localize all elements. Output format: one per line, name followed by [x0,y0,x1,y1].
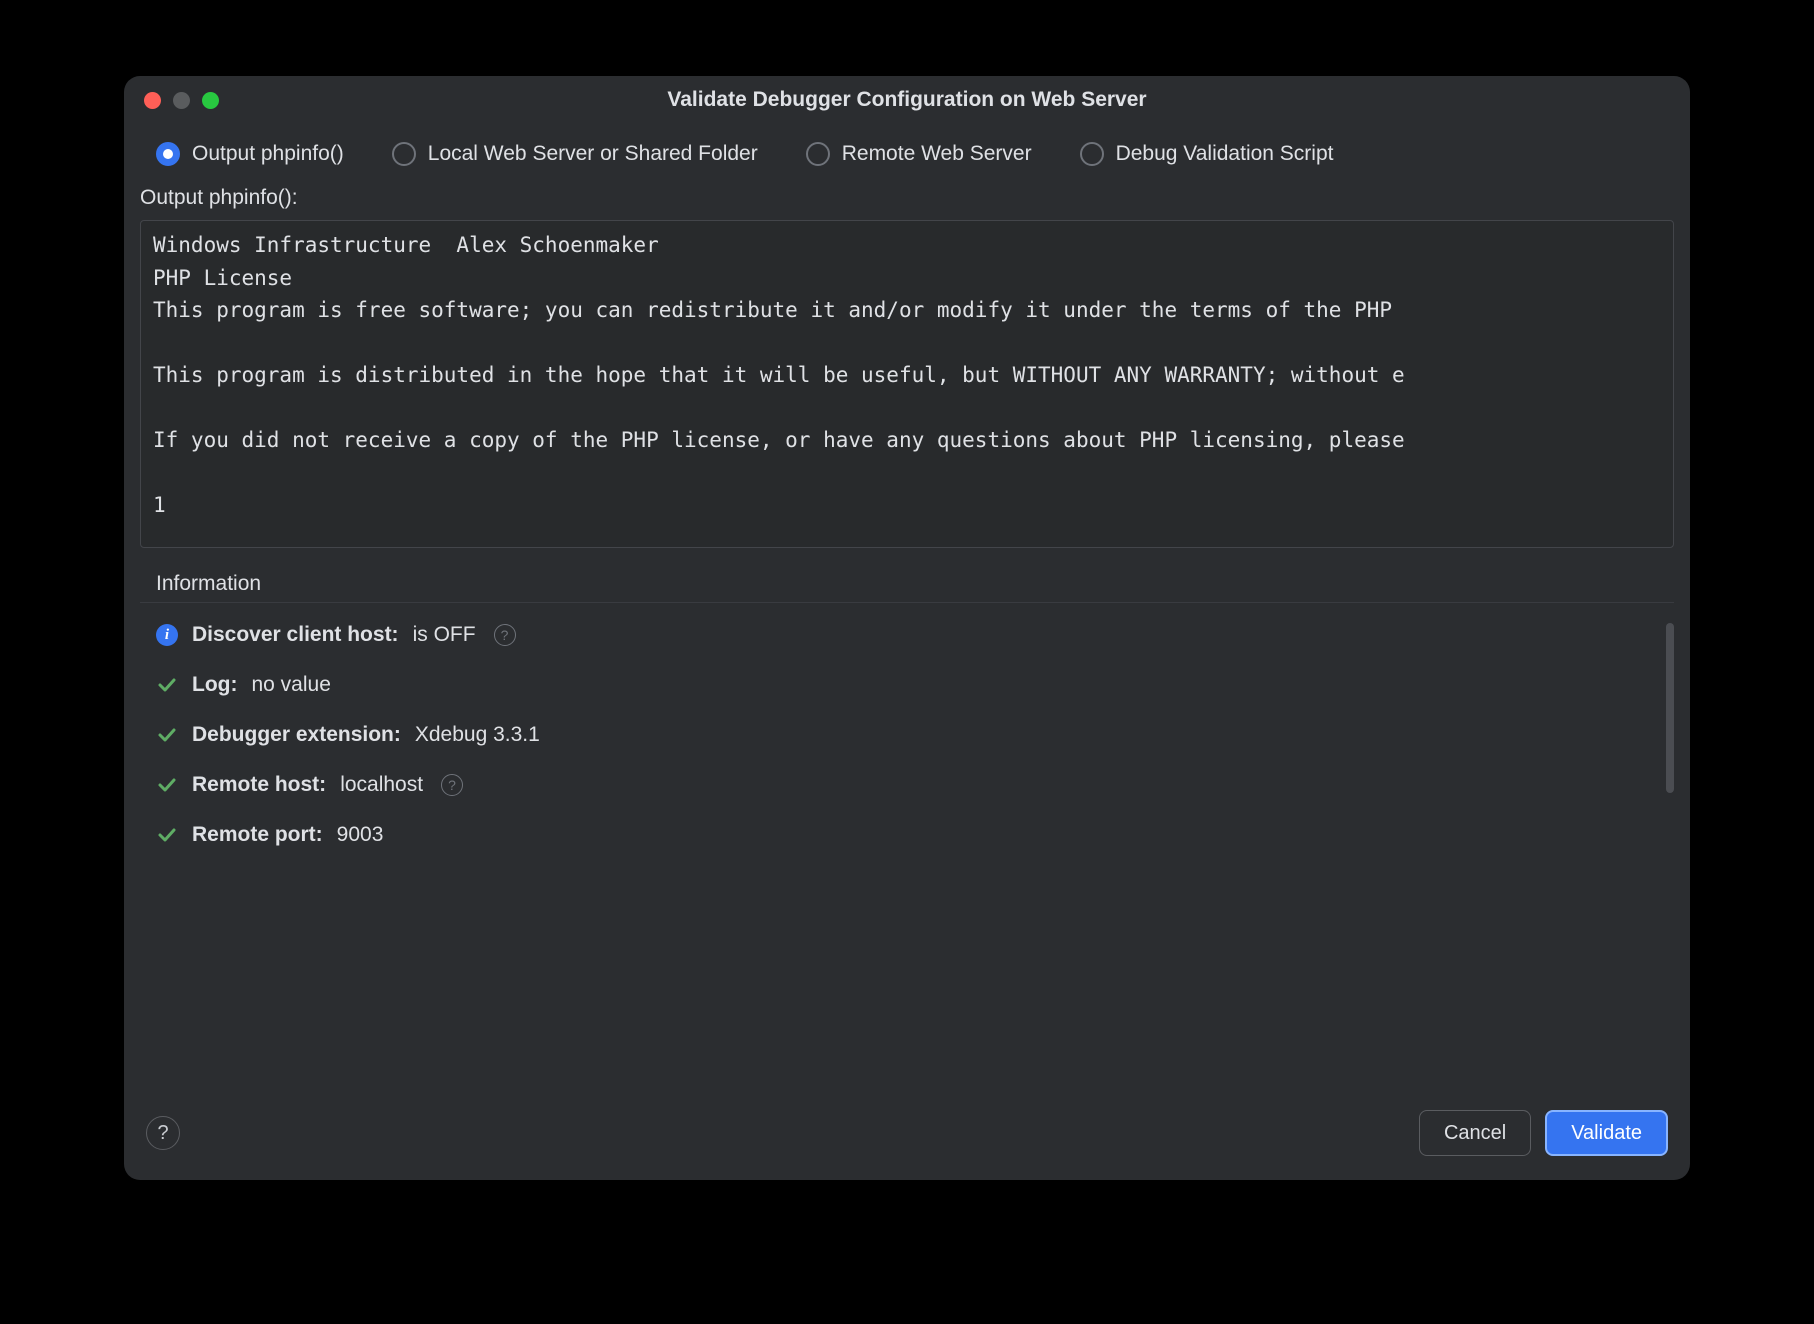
radio-debug-validation-script[interactable]: Debug Validation Script [1080,142,1334,166]
radio-label: Local Web Server or Shared Folder [428,142,758,166]
check-icon [156,824,178,846]
info-value: 9003 [337,823,384,847]
help-icon[interactable]: ? [441,774,463,796]
info-key: Discover client host: [192,623,399,647]
information-scrollbar[interactable] [1666,623,1674,793]
mode-radio-group: Output phpinfo() Local Web Server or Sha… [124,124,1690,186]
zoom-window-button[interactable] [202,92,219,109]
info-value: no value [251,673,330,697]
radio-label: Debug Validation Script [1116,142,1334,166]
radio-output-phpinfo[interactable]: Output phpinfo() [156,142,344,166]
info-value: Xdebug 3.3.1 [415,723,540,747]
radio-icon [1080,142,1104,166]
radio-remote-web-server[interactable]: Remote Web Server [806,142,1032,166]
dialog-footer: ? Cancel Validate [124,1090,1690,1180]
validate-debugger-dialog: Validate Debugger Configuration on Web S… [124,76,1690,1180]
info-key: Remote port: [192,823,323,847]
window-controls [144,92,219,109]
info-value: is OFF [413,623,476,647]
information-header: Information [140,548,1674,603]
check-icon [156,774,178,796]
radio-label: Output phpinfo() [192,142,344,166]
info-row-log: Log: no value [156,673,1658,697]
help-button[interactable]: ? [146,1116,180,1150]
close-window-button[interactable] [144,92,161,109]
radio-icon [156,142,180,166]
cancel-button[interactable]: Cancel [1419,1110,1531,1156]
titlebar: Validate Debugger Configuration on Web S… [124,76,1690,124]
radio-local-web-server[interactable]: Local Web Server or Shared Folder [392,142,758,166]
check-icon [156,674,178,696]
dialog-title: Validate Debugger Configuration on Web S… [140,88,1674,112]
info-row-remote-port: Remote port: 9003 [156,823,1658,847]
validate-button[interactable]: Validate [1545,1110,1668,1156]
check-icon [156,724,178,746]
information-panel: i Discover client host: is OFF ? Log: no… [140,603,1674,855]
radio-label: Remote Web Server [842,142,1032,166]
phpinfo-output-textarea[interactable]: Windows Infrastructure Alex Schoenmaker … [140,220,1674,548]
minimize-window-button[interactable] [173,92,190,109]
radio-icon [806,142,830,166]
info-key: Log: [192,673,237,697]
info-row-debugger-extension: Debugger extension: Xdebug 3.3.1 [156,723,1658,747]
output-phpinfo-label: Output phpinfo(): [124,186,1690,220]
info-row-discover-client-host: i Discover client host: is OFF ? [156,623,1658,647]
info-key: Remote host: [192,773,326,797]
info-value: localhost [340,773,423,797]
help-icon[interactable]: ? [494,624,516,646]
info-row-remote-host: Remote host: localhost ? [156,773,1658,797]
information-list: i Discover client host: is OFF ? Log: no… [156,623,1658,847]
info-key: Debugger extension: [192,723,401,747]
info-icon: i [156,624,178,646]
radio-icon [392,142,416,166]
